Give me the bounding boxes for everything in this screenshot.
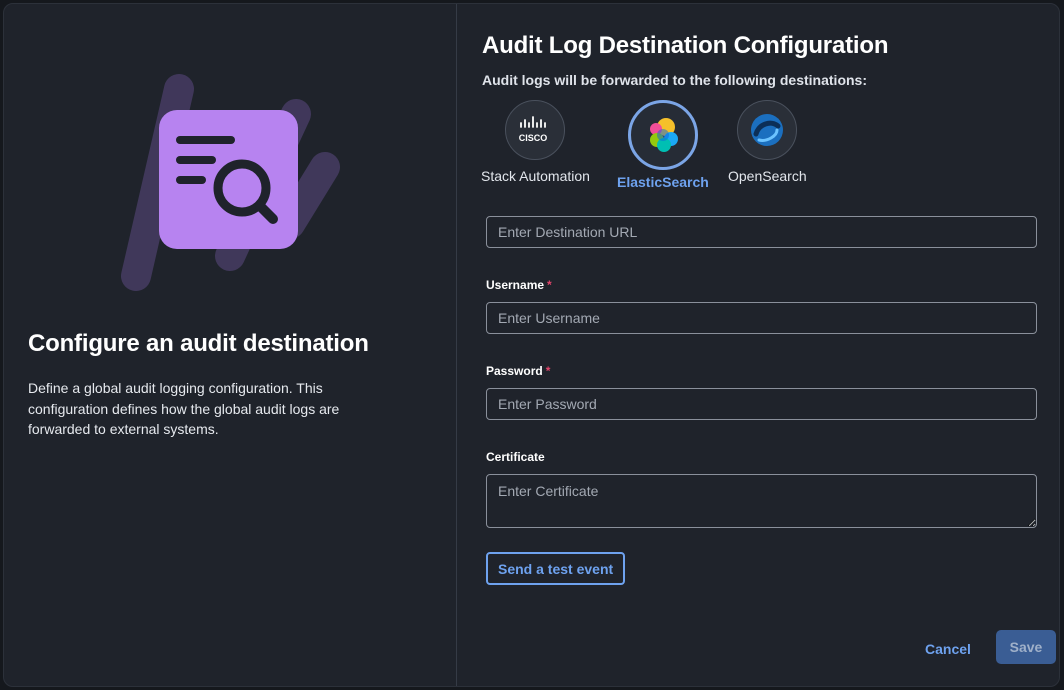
audit-search-illustration xyxy=(121,74,340,291)
send-test-event-button[interactable]: Send a test event xyxy=(486,552,626,585)
username-label: Username * xyxy=(486,278,552,292)
certificate-textarea[interactable] xyxy=(486,474,1037,528)
username-input[interactable] xyxy=(486,302,1037,334)
destination-label: OpenSearch xyxy=(728,168,807,184)
username-label-text: Username xyxy=(486,278,545,292)
destination-label: ElasticSearch xyxy=(617,174,709,190)
certificate-label: Certificate xyxy=(486,450,545,464)
required-marker: * xyxy=(545,364,551,378)
save-button[interactable]: Save xyxy=(996,630,1056,664)
info-panel: Configure an audit destination Define a … xyxy=(4,4,457,686)
password-input[interactable] xyxy=(486,388,1037,420)
required-marker: * xyxy=(547,278,552,292)
cisco-logo-icon: CISCO xyxy=(505,100,566,160)
left-description: Define a global audit logging configurat… xyxy=(28,380,340,437)
destinations-subtitle: Audit logs will be forwarded to the foll… xyxy=(482,72,867,88)
config-panel: Audit Log Destination Configuration Audi… xyxy=(457,4,1059,686)
destination-stack-automation[interactable]: CISCO Stack Automation xyxy=(481,100,590,184)
opensearch-logo-icon xyxy=(737,100,798,160)
page-title: Audit Log Destination Configuration xyxy=(482,32,889,59)
cisco-logo-text: CISCO xyxy=(519,133,548,143)
destination-label: Stack Automation xyxy=(481,168,590,184)
audit-destination-modal: Configure an audit destination Define a … xyxy=(3,3,1060,687)
destination-opensearch[interactable]: OpenSearch xyxy=(728,100,807,184)
password-label-text: Password xyxy=(486,364,543,378)
password-label: Password * xyxy=(486,364,550,378)
cancel-button[interactable]: Cancel xyxy=(919,637,977,661)
elasticsearch-logo-icon xyxy=(627,100,698,170)
destination-url-input[interactable] xyxy=(486,216,1037,248)
destination-elasticsearch[interactable]: ElasticSearch xyxy=(617,100,709,190)
left-title: Configure an audit destination xyxy=(28,330,369,357)
